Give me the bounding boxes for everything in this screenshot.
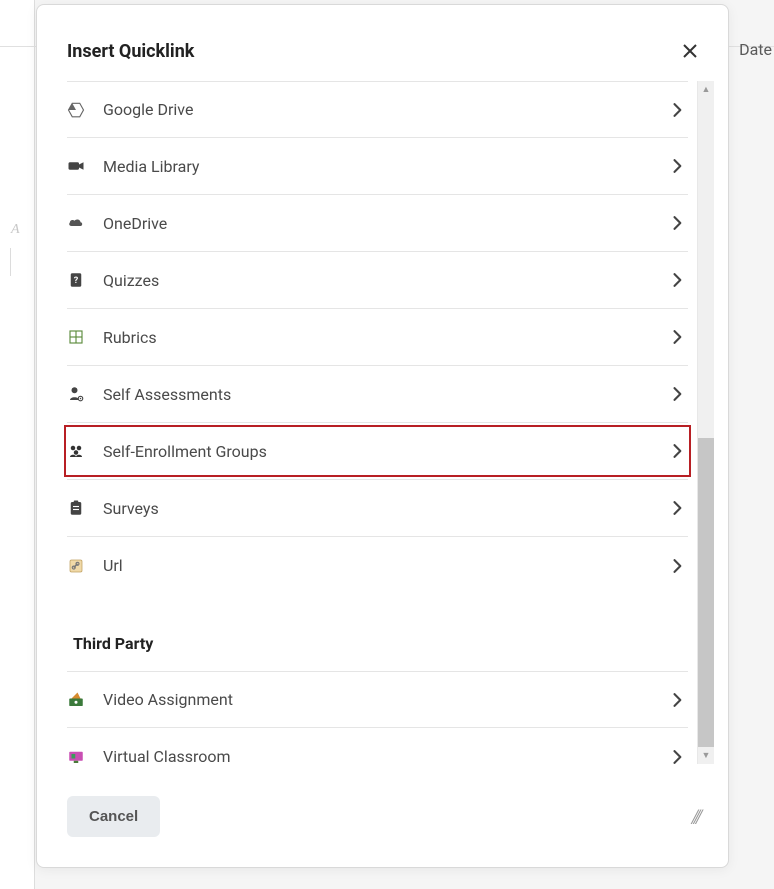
self-enrollment-groups-icon	[67, 442, 103, 460]
list-item-video-assignment[interactable]: Video Assignment	[67, 671, 688, 728]
background-date-label: Date	[739, 40, 772, 59]
url-icon	[67, 557, 103, 575]
list-item-label: Self-Enrollment Groups	[103, 442, 666, 461]
chevron-right-icon	[666, 746, 688, 768]
chevron-right-icon	[666, 440, 688, 462]
list-item-onedrive[interactable]: OneDrive	[67, 195, 688, 252]
chevron-right-icon	[666, 689, 688, 711]
virtual-classroom-icon	[67, 748, 103, 766]
media-library-icon	[67, 157, 103, 175]
list-item-label: Url	[103, 556, 666, 575]
quicklink-list: Google Drive Media Library	[67, 81, 688, 772]
svg-text:?: ?	[74, 276, 79, 286]
close-button[interactable]	[678, 39, 702, 63]
list-item-media-library[interactable]: Media Library	[67, 138, 688, 195]
rubrics-icon	[67, 328, 103, 346]
chevron-right-icon	[666, 497, 688, 519]
list-item-label: Quizzes	[103, 271, 666, 290]
list-item-virtual-classroom[interactable]: Virtual Classroom	[67, 728, 688, 785]
chevron-right-icon	[666, 212, 688, 234]
chevron-right-icon	[666, 155, 688, 177]
chevron-right-icon	[666, 555, 688, 577]
chevron-right-icon	[666, 99, 688, 121]
resize-handle-icon[interactable]: ///	[692, 804, 698, 830]
modal-title: Insert Quicklink	[67, 41, 194, 62]
cancel-button[interactable]: Cancel	[67, 796, 160, 837]
insert-quicklink-modal: Insert Quicklink Google Drive M	[36, 4, 729, 868]
list-item-label: Self Assessments	[103, 385, 666, 404]
scroll-track[interactable]	[698, 98, 714, 747]
scroll-up-arrow[interactable]: ▲	[698, 81, 714, 98]
scroll-down-arrow[interactable]: ▼	[698, 747, 714, 764]
onedrive-icon	[67, 214, 103, 232]
modal-header: Insert Quicklink	[37, 5, 728, 81]
list-item-label: Rubrics	[103, 328, 666, 347]
surveys-icon	[67, 499, 103, 517]
google-drive-icon	[67, 101, 103, 119]
divider	[10, 248, 11, 276]
close-icon	[682, 43, 698, 59]
list-item-quizzes[interactable]: ? Quizzes	[67, 252, 688, 309]
chevron-right-icon	[666, 269, 688, 291]
list-item-surveys[interactable]: Surveys	[67, 480, 688, 537]
list-item-rubrics[interactable]: Rubrics	[67, 309, 688, 366]
scroll-thumb[interactable]	[698, 438, 714, 747]
section-header-third-party: Third Party	[67, 594, 688, 671]
list-item-self-enrollment-groups[interactable]: Self-Enrollment Groups	[67, 423, 688, 480]
list-item-self-assessments[interactable]: Self Assessments	[67, 366, 688, 423]
list-item-url[interactable]: Url	[67, 537, 688, 594]
text-style-icon: A	[11, 222, 20, 238]
list-item-google-drive[interactable]: Google Drive	[67, 81, 688, 138]
scrollbar[interactable]: ▲ ▼	[697, 81, 714, 764]
list-item-label: Surveys	[103, 499, 666, 518]
modal-scroll-area: Google Drive Media Library	[37, 81, 728, 772]
list-item-label: Video Assignment	[103, 690, 666, 709]
list-item-label: Media Library	[103, 157, 666, 176]
list-item-label: Virtual Classroom	[103, 747, 666, 766]
list-item-label: Google Drive	[103, 100, 666, 119]
video-assignment-icon	[67, 691, 103, 709]
self-assessments-icon	[67, 385, 103, 403]
chevron-right-icon	[666, 383, 688, 405]
modal-footer: Cancel ///	[37, 772, 728, 867]
quizzes-icon: ?	[67, 271, 103, 289]
background-left-panel: A	[0, 0, 35, 889]
list-item-label: OneDrive	[103, 214, 666, 233]
chevron-right-icon	[666, 326, 688, 348]
